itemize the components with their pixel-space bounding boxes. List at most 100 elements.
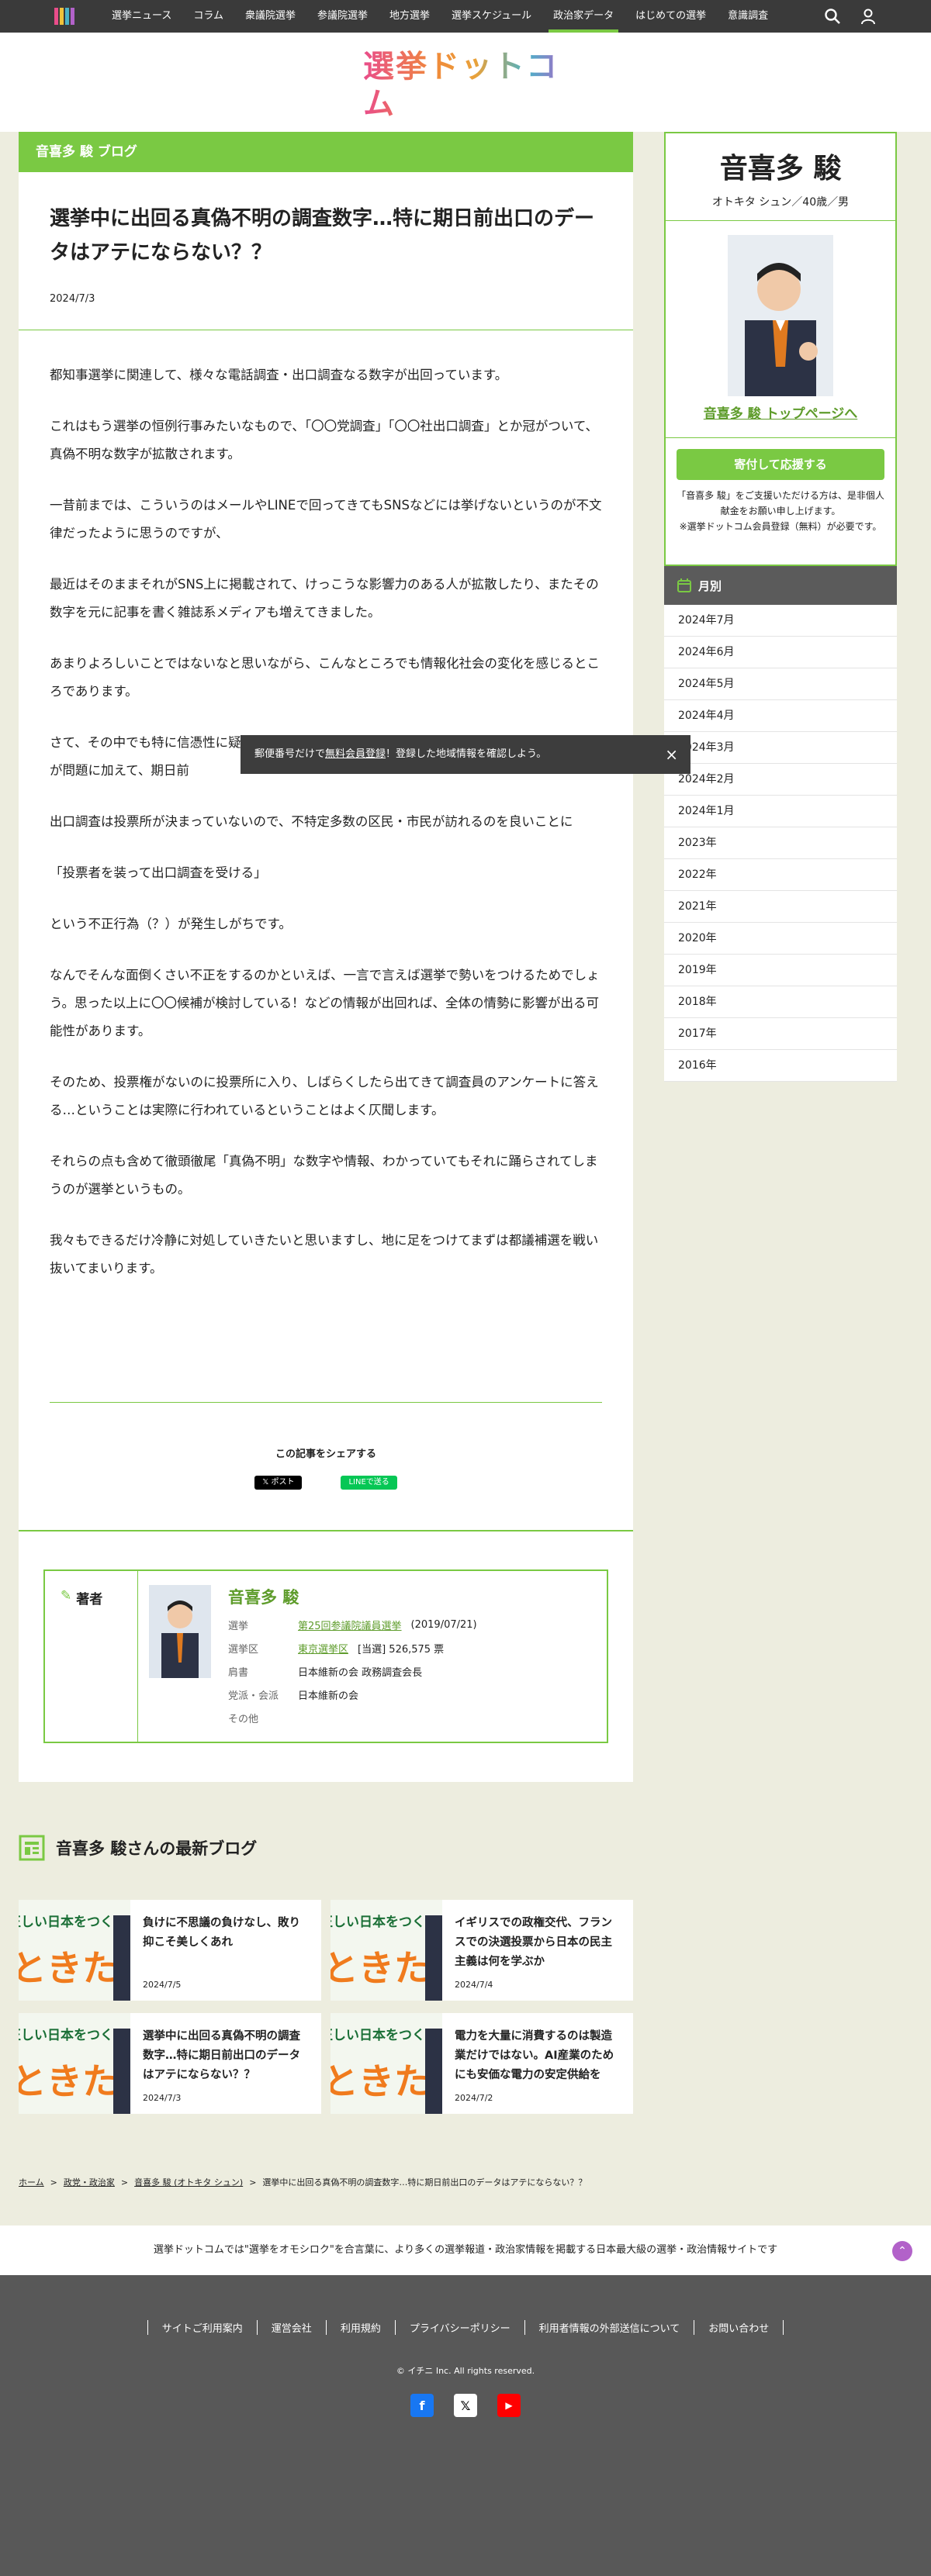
profile-photo[interactable] [728,235,833,396]
nav-item-first-election[interactable]: はじめての選挙 [625,0,717,33]
nav-item-survey[interactable]: 意識調査 [717,0,779,33]
nav-item-shugiin[interactable]: 衆議院選挙 [234,0,306,33]
other-key: その他 [228,1713,259,1725]
district-link[interactable]: 東京選挙区 [298,1641,348,1656]
breadcrumb-politician[interactable]: 音喜多 駿 (オトキタ シュン) [134,2176,243,2188]
top-nav: 選挙ニュース コラム 衆議院選挙 参議院選挙 地方選挙 選挙スケジュール 政治家… [0,0,931,33]
chevron-right-icon: > [120,2177,129,2188]
blog-card-date: 2024/7/2 [455,2093,493,2103]
donate-note: 「音喜多 駿」をご支援いただける方は、是非個人献金をお願い申し上げます。 ※選挙… [677,490,884,532]
social-links: f 𝕏 ▶ [0,2394,931,2417]
archive-item[interactable]: 2016年 [664,1050,897,1082]
profile-card: 音喜多 駿 オトキタ シュン／40歳／男 音喜多 駿 トップページへ 寄付して応… [664,132,897,566]
blog-card[interactable]: 正しい日本をつくろうときた駿 電力を大量に消費するのは製造業だけではない。AI産… [331,2013,633,2114]
latest-blogs-grid: 正しい日本をつくろうときた駿 負けに不思議の負けなし、敗り抑こそ美しくあれ 202… [19,1900,633,2114]
nav-menu: 選挙ニュース コラム 衆議院選挙 参議院選挙 地方選挙 選挙スケジュール 政治家… [101,0,779,33]
share-line-button[interactable]: LINEで送る [341,1476,397,1490]
user-icon[interactable] [860,8,877,25]
x-icon: 𝕏 [262,1478,272,1487]
share-label: この記事をシェアする [275,1449,376,1460]
profile-top-link[interactable]: 音喜多 駿 トップページへ [666,402,895,422]
archive-item[interactable]: 2023年 [664,827,897,859]
back-to-top-button[interactable]: ⌃ [892,2241,912,2261]
share-x-button[interactable]: 𝕏 ポスト [254,1476,303,1490]
blog-thumbnail: 正しい日本をつくろうときた駿 [331,1900,442,2001]
archive-item[interactable]: 2020年 [664,923,897,955]
archive-item[interactable]: 2024年6月 [664,637,897,668]
footer-link[interactable]: 利用規約 [325,2320,395,2335]
archive-item[interactable]: 2024年2月 [664,764,897,796]
blog-thumbnail: 正しい日本をつくろうときた駿 [19,1900,130,2001]
nav-item-news[interactable]: 選挙ニュース [101,0,182,33]
footer-link[interactable]: プライバシーポリシー [394,2320,524,2335]
site-logo[interactable]: 選挙ドットコム [363,48,568,122]
paragraph: それらの点も含めて徹頭徹尾「真偽不明」な数字や情報、わかっていてもそれに踊らされ… [50,1154,598,1196]
paragraph: あまりよろしいことではないなと思いながら、こんなところでも情報化社会の変化を感じ… [50,656,600,699]
nav-item-sangiin[interactable]: 参議院選挙 [306,0,379,33]
nav-item-local[interactable]: 地方選挙 [379,0,441,33]
party-value: 日本維新の会 [298,1690,359,1702]
blog-card-title: 選挙中に出回る真偽不明の調査数字…特に期日前出口のデータはアテにならない？？ [143,2030,300,2081]
breadcrumb-home[interactable]: ホーム [19,2176,44,2188]
archive-item[interactable]: 2018年 [664,986,897,1018]
footer-link[interactable]: 利用者情報の外部送信について [524,2320,694,2335]
search-icon[interactable] [824,8,841,25]
footer-link[interactable]: 運営会社 [256,2320,326,2335]
article-title: 選挙中に出回る真偽不明の調査数字…特に期日前出口のデータはアテにならない？？ [50,207,595,264]
archive-item[interactable]: 2024年1月 [664,796,897,827]
footer-link[interactable]: お問い合わせ [694,2320,784,2335]
archive-item[interactable]: 2022年 [664,859,897,891]
blog-card-title: 負けに不思議の負けなし、敗り抑こそ美しくあれ [143,1917,300,1949]
author-box: ✎ 著者 音喜多 駿 選挙 第25回参議院議員選挙 (2019/07/21) 選挙区… [43,1569,608,1743]
blog-card[interactable]: 正しい日本をつくろうときた駿 負けに不思議の負けなし、敗り抑こそ美しくあれ 202… [19,1900,321,2001]
archive-item[interactable]: 2024年4月 [664,700,897,732]
facebook-icon[interactable]: f [410,2394,434,2417]
archive-title: 月別 [698,578,722,593]
election-link[interactable]: 第25回参議院議員選挙 [298,1618,402,1632]
latest-blogs-title: 音喜多 駿さんの最新ブログ [56,1839,258,1858]
footer-link[interactable]: サイトご利用案内 [147,2320,257,2335]
breadcrumb: ホーム > 政党・政治家 > 音喜多 駿 (オトキタ シュン) > 選挙中に出回る真偽… [19,2176,587,2188]
nav-item-schedule[interactable]: 選挙スケジュール [441,0,542,33]
youtube-icon[interactable]: ▶ [497,2394,521,2417]
archive-item[interactable]: 2024年7月 [664,605,897,637]
blog-card-title: 電力を大量に消費するのは製造業だけではない。AI産業のためにも安価な電力の安定供… [455,2030,614,2081]
toast-prefix: 郵便番号だけで [254,748,326,760]
paragraph: 「投票者を装って出口調査を受ける」 [50,865,267,880]
donate-button[interactable]: 寄付して応援する [677,449,884,480]
blog-card[interactable]: 正しい日本をつくろうときた駿 選挙中に出回る真偽不明の調査数字…特に期日前出口の… [19,2013,321,2114]
chevron-up-icon: ⌃ [898,2245,907,2257]
district-key: 選挙区 [228,1643,259,1656]
close-icon[interactable]: × [665,735,678,774]
blog-thumbnail: 正しい日本をつくろうときた駿 [331,2013,442,2114]
breadcrumb-current: 選挙中に出回る真偽不明の調査数字…特に期日前出口のデータはアテにならない？？ [262,2177,587,2188]
paragraph: 最近はそのままそれがSNS上に掲載されて、けっこうな影響力のある人が拡散したり、… [50,577,599,620]
home-icon[interactable] [54,8,78,25]
author-avatar[interactable] [149,1585,211,1678]
divider [666,437,895,438]
breadcrumb-politicians[interactable]: 政党・政治家 [64,2176,115,2188]
archive-item[interactable]: 2019年 [664,955,897,986]
nav-item-column[interactable]: コラム [182,0,234,33]
blog-card[interactable]: 正しい日本をつくろうときた駿 イギリスでの政権交代、フランスでの決選投票から日本… [331,1900,633,2001]
paragraph: 出口調査は投票所が決まっていないので、不特定多数の区民・市民が訪れるのを良いこと… [50,814,573,829]
blog-card-date: 2024/7/3 [143,2093,182,2103]
author-name[interactable]: 音喜多 駿 [228,1585,477,1608]
share-line-label: LINEで送る [348,1478,389,1487]
archive-item[interactable]: 2017年 [664,1018,897,1050]
nav-tools [824,8,877,25]
x-icon[interactable]: 𝕏 [454,2394,477,2417]
election-date: (2019/07/21) [410,1618,477,1631]
archive-item[interactable]: 2024年3月 [664,732,897,764]
list-icon [19,1835,45,1861]
district-result: [当選] 526,575 票 [358,1643,445,1656]
archive-item[interactable]: 2024年5月 [664,668,897,700]
article-card: 音喜多 駿 ブログ 選挙中に出回る真偽不明の調査数字…特に期日前出口のデータはア… [19,132,633,1782]
archive-item[interactable]: 2021年 [664,891,897,923]
paragraph: なんでそんな面倒くさい不正をするのかといえば、一言で言えば選挙で勢いをつけるため… [50,968,600,1038]
monthly-archive: 月別 2024年7月 2024年6月 2024年5月 2024年4月 2024年… [664,566,897,1082]
chevron-right-icon: > [50,2177,57,2188]
footer: サイトご利用案内 運営会社 利用規約 プライバシーポリシー 利用者情報の外部送信… [0,2275,931,2576]
nav-item-politician-data[interactable]: 政治家データ [542,0,625,33]
toast-signup-link[interactable]: 無料会員登録 [325,748,386,760]
